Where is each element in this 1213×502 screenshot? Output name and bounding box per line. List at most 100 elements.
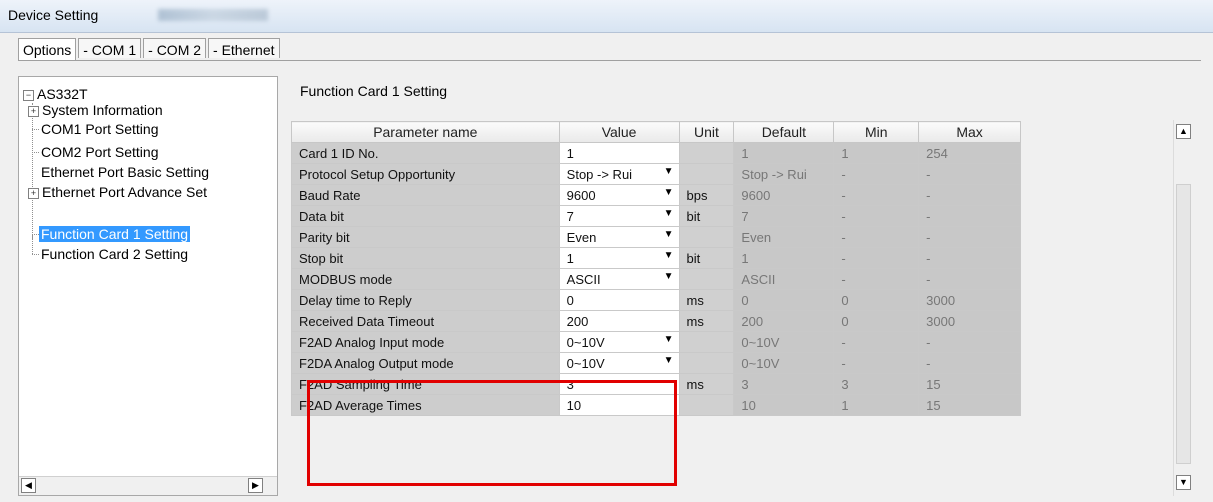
tree-item-ethernet-advance[interactable]: + Ethernet Port Advance Set bbox=[28, 183, 207, 201]
param-min-cell: - bbox=[833, 352, 920, 374]
param-max-cell: - bbox=[918, 163, 1021, 185]
tab-com2[interactable]: - COM 2 bbox=[143, 38, 207, 58]
param-min-cell-text: 3 bbox=[841, 376, 849, 392]
dropdown-arrow-icon[interactable]: ▼ bbox=[664, 250, 674, 261]
param-default-cell: 200 bbox=[733, 310, 835, 332]
tree-horizontal-scrollbar[interactable]: ◀ ▶ bbox=[19, 476, 277, 495]
param-name-cell: Received Data Timeout bbox=[291, 310, 560, 332]
grid-vertical-scrollbar[interactable]: ▲ ▼ bbox=[1173, 120, 1194, 496]
param-value-cell[interactable]: Even ▼ bbox=[558, 226, 680, 248]
col-header-unit[interactable]: Unit bbox=[678, 121, 735, 143]
param-unit-cell: bit bbox=[678, 205, 735, 227]
table-row: F2AD Analog Input mode 0~10V ▼ 0~10V - - bbox=[291, 331, 1021, 353]
param-min-cell: 1 bbox=[833, 142, 920, 164]
tree-item-function-card-1[interactable]: Function Card 1 Setting bbox=[39, 225, 191, 243]
param-default-cell: 10 bbox=[733, 394, 835, 416]
collapse-icon[interactable]: − bbox=[23, 90, 34, 101]
param-default-cell-text: 0 bbox=[741, 292, 749, 308]
param-default-cell: Even bbox=[733, 226, 835, 248]
tree-item-com1-port[interactable]: COM1 Port Setting bbox=[41, 120, 159, 138]
tab-options[interactable]: Options bbox=[18, 38, 77, 60]
param-unit-cell-text: bps bbox=[686, 187, 708, 203]
param-value-cell[interactable]: 0~10V ▼ bbox=[558, 331, 680, 353]
param-unit-cell bbox=[678, 394, 735, 416]
grid-header-row: Parameter name Value Unit Default Min Ma… bbox=[291, 121, 1021, 143]
param-unit-cell bbox=[678, 352, 735, 374]
param-value-cell[interactable]: 1 ▼ bbox=[558, 247, 680, 269]
param-value-cell[interactable]: 7 ▼ bbox=[558, 205, 680, 227]
tree-item-system-information[interactable]: + System Information bbox=[28, 101, 163, 119]
param-default-cell: 9600 bbox=[733, 184, 835, 206]
dropdown-arrow-icon[interactable]: ▼ bbox=[664, 271, 674, 282]
param-unit-cell-text: ms bbox=[686, 376, 704, 392]
param-max-cell-text: 3000 bbox=[926, 292, 956, 308]
col-header-parameter[interactable]: Parameter name bbox=[291, 121, 560, 143]
scroll-left-icon[interactable]: ◀ bbox=[21, 478, 36, 493]
param-value-cell-text: ASCII bbox=[566, 271, 601, 287]
param-max-cell-text: - bbox=[926, 187, 931, 203]
param-min-cell: 3 bbox=[833, 373, 920, 395]
param-value-cell[interactable]: 200 bbox=[558, 310, 680, 332]
param-default-cell-text: 1 bbox=[741, 145, 749, 161]
param-unit-cell-text: ms bbox=[686, 292, 704, 308]
tab-underline bbox=[18, 60, 1201, 61]
device-tree: − AS332T + System Information COM1 Port Se… bbox=[18, 76, 278, 496]
col-header-value[interactable]: Value bbox=[558, 121, 680, 143]
scroll-down-icon[interactable]: ▼ bbox=[1176, 475, 1191, 490]
param-min-cell-text: 0 bbox=[841, 313, 849, 329]
table-row: Protocol Setup Opportunity Stop -> Rui ▼ St… bbox=[291, 163, 1021, 185]
param-name-cell-text: Data bit bbox=[299, 208, 344, 224]
param-unit-cell: ms bbox=[678, 310, 735, 332]
param-value-cell[interactable]: 0~10V ▼ bbox=[558, 352, 680, 374]
dropdown-arrow-icon[interactable]: ▼ bbox=[664, 334, 674, 345]
param-value-cell-text: Even bbox=[566, 229, 597, 245]
tab-ethernet[interactable]: - Ethernet bbox=[208, 38, 280, 58]
expand-icon[interactable]: + bbox=[28, 106, 39, 117]
param-max-cell: - bbox=[918, 184, 1021, 206]
param-name-cell-text: Delay time to Reply bbox=[299, 292, 412, 308]
param-value-cell-text: 0 bbox=[566, 292, 574, 308]
param-name-cell-text: Parity bit bbox=[299, 229, 350, 245]
tree-item-com2-port[interactable]: COM2 Port Setting bbox=[41, 143, 159, 161]
param-value-cell[interactable]: ASCII ▼ bbox=[558, 268, 680, 290]
dropdown-arrow-icon[interactable]: ▼ bbox=[664, 166, 674, 177]
table-row: MODBUS mode ASCII ▼ ASCII - - bbox=[291, 268, 1021, 290]
param-unit-cell bbox=[678, 142, 735, 164]
dropdown-arrow-icon[interactable]: ▼ bbox=[664, 355, 674, 366]
param-min-cell: - bbox=[833, 205, 920, 227]
col-header-max[interactable]: Max bbox=[918, 121, 1021, 143]
col-header-default[interactable]: Default bbox=[733, 121, 835, 143]
param-value-cell[interactable]: 1 bbox=[558, 142, 680, 164]
scroll-up-icon[interactable]: ▲ bbox=[1176, 124, 1191, 139]
scroll-thumb[interactable] bbox=[1176, 184, 1191, 464]
param-unit-cell-text: bit bbox=[686, 208, 701, 224]
param-default-cell-text: Stop -> Rui bbox=[741, 166, 807, 182]
scroll-right-icon[interactable]: ▶ bbox=[248, 478, 263, 493]
tab-com1[interactable]: - COM 1 bbox=[78, 38, 142, 58]
dropdown-arrow-icon[interactable]: ▼ bbox=[664, 208, 674, 219]
param-default-cell-text: 7 bbox=[741, 208, 749, 224]
param-default-cell: 1 bbox=[733, 142, 835, 164]
param-value-cell[interactable]: 0 bbox=[558, 289, 680, 311]
param-max-cell-text: - bbox=[926, 271, 931, 287]
param-name-cell: Baud Rate bbox=[291, 184, 560, 206]
section-title: Function Card 1 Setting bbox=[300, 83, 448, 99]
param-max-cell-text: 15 bbox=[926, 397, 941, 413]
tree-item-function-card-2[interactable]: Function Card 2 Setting bbox=[41, 245, 188, 263]
param-default-cell: Stop -> Rui bbox=[733, 163, 835, 185]
dropdown-arrow-icon[interactable]: ▼ bbox=[664, 229, 674, 240]
param-value-cell[interactable]: Stop -> Rui ▼ bbox=[558, 163, 680, 185]
param-min-cell-text: 1 bbox=[841, 145, 849, 161]
table-row: Data bit 7 ▼ bit 7- - bbox=[291, 205, 1021, 227]
param-value-cell-text: 9600 bbox=[566, 187, 596, 203]
param-default-cell-text: 9600 bbox=[741, 187, 771, 203]
param-default-cell: 7 bbox=[733, 205, 835, 227]
dropdown-arrow-icon[interactable]: ▼ bbox=[664, 187, 674, 198]
param-min-cell-text: - bbox=[841, 271, 846, 287]
col-header-min[interactable]: Min bbox=[833, 121, 920, 143]
expand-icon[interactable]: + bbox=[28, 188, 39, 199]
param-name-cell: Data bit bbox=[291, 205, 560, 227]
table-row: Baud Rate 9600 ▼ bps 9600 - - bbox=[291, 184, 1021, 206]
tree-item-ethernet-basic[interactable]: Ethernet Port Basic Setting bbox=[41, 163, 209, 181]
param-value-cell[interactable]: 9600 ▼ bbox=[558, 184, 680, 206]
